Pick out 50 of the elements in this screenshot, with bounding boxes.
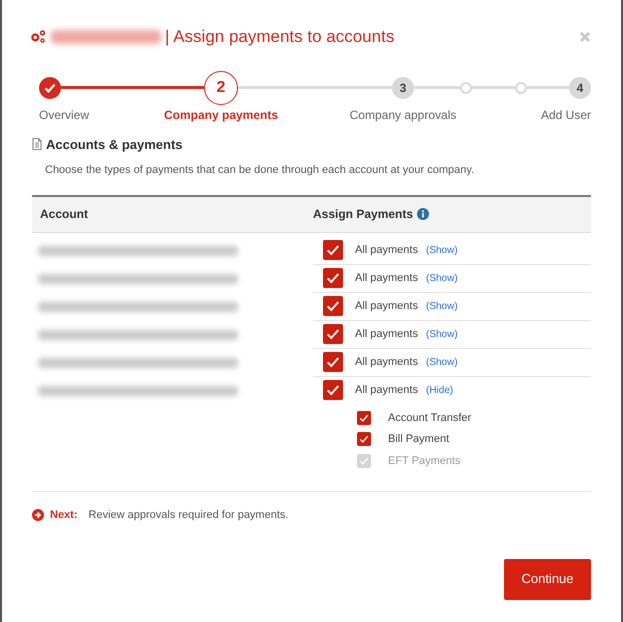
toggle-link[interactable]: (Show)	[426, 270, 458, 286]
checkmark-icon	[326, 243, 340, 257]
toggle-link[interactable]: (Show)	[426, 242, 458, 258]
checkmark-icon	[326, 383, 340, 397]
info-icon[interactable]	[417, 208, 430, 220]
window-title: | Assign payments to accounts	[165, 26, 394, 48]
column-header: Assign Payments	[313, 206, 414, 223]
checkbox[interactable]	[323, 296, 343, 316]
section-title: Accounts & payments	[46, 136, 183, 154]
step-label: Company payments	[164, 106, 278, 124]
checkmark-icon	[326, 327, 340, 341]
document-icon	[32, 138, 42, 150]
checkbox[interactable]	[323, 240, 343, 260]
checkbox[interactable]	[357, 432, 371, 446]
next-text: Review approvals required for payments.	[88, 508, 288, 523]
checkbox[interactable]	[323, 352, 343, 372]
step-label: Add User	[540, 106, 591, 124]
checkmark-icon	[359, 434, 369, 444]
checkbox[interactable]	[323, 268, 343, 288]
step-label: Overview	[39, 106, 90, 124]
checkbox[interactable]	[323, 324, 343, 344]
checkbox[interactable]	[357, 410, 371, 425]
checkmark-icon	[359, 456, 369, 466]
payment-label: All payments	[355, 242, 418, 258]
step-number: 3	[392, 76, 414, 98]
payment-label: All payments	[355, 326, 418, 342]
checkmark-icon	[326, 299, 340, 313]
step-label: Company approvals	[350, 106, 456, 124]
checkmark-icon	[359, 412, 369, 423]
toggle-link[interactable]: (Hide)	[426, 382, 454, 398]
payment-label: All payments	[355, 298, 418, 314]
toggle-link[interactable]: (Show)	[426, 298, 458, 314]
payment-type-label: Account Transfer	[388, 410, 472, 426]
next-label: Next:	[50, 508, 78, 523]
checkmark-icon	[326, 271, 340, 285]
toggle-link[interactable]: (Show)	[426, 354, 458, 370]
checkbox[interactable]	[323, 380, 343, 400]
toggle-link[interactable]: (Show)	[426, 326, 458, 342]
step-number: 2	[204, 70, 238, 104]
step-number: 4	[569, 76, 591, 98]
continue-button[interactable]: Continue	[504, 558, 591, 600]
payment-type-label: EFT Payments	[388, 454, 461, 468]
payment-label: All payments	[355, 270, 418, 286]
payment-label: All payments	[355, 382, 418, 398]
section-description: Choose the types of payments that can be done through each account at your company.	[45, 163, 476, 178]
checkmark-icon	[326, 355, 340, 369]
payment-type-label: Bill Payment	[388, 432, 450, 447]
column-header: Account	[39, 206, 89, 223]
payment-label: All payments	[355, 354, 418, 370]
arrow-circle-icon	[32, 509, 44, 522]
